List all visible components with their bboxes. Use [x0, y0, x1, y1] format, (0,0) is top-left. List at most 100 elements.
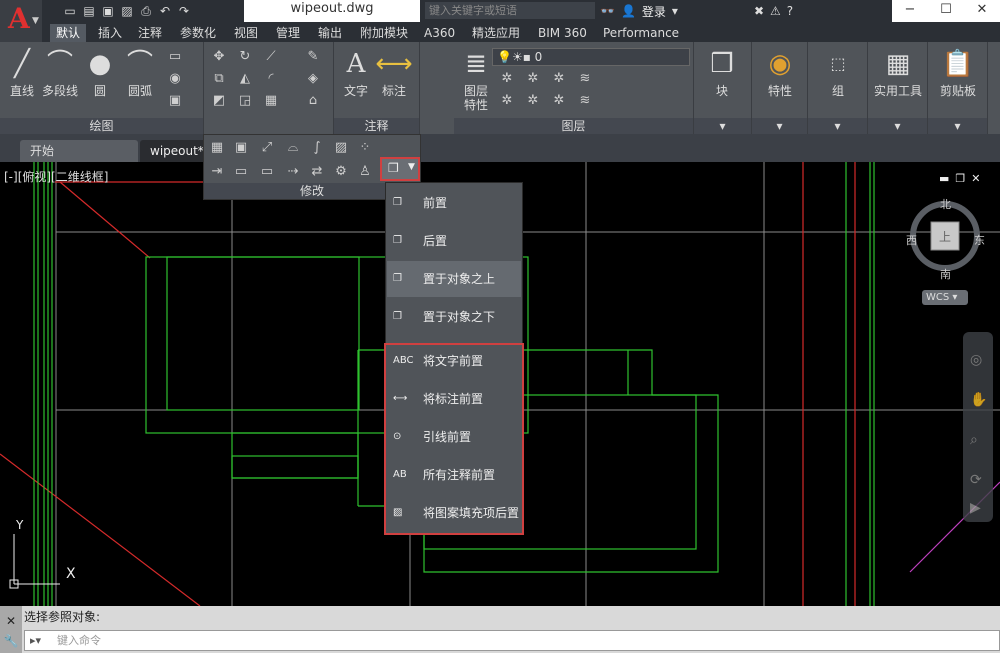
edit-hatch-icon[interactable]: ▨ — [332, 139, 350, 157]
menu-bring-above-objects[interactable]: ❐ 置于对象之上 — [387, 261, 521, 297]
tab-insert[interactable]: 插入 — [92, 24, 128, 42]
layer-match-icon[interactable]: ≋ — [576, 70, 594, 88]
orbit-icon[interactable]: ⟳ — [970, 472, 982, 488]
lengthen-icon[interactable]: ⤢ — [258, 139, 276, 157]
draworder-misc-icon[interactable]: ▦ — [208, 139, 226, 157]
restore-viewport-button[interactable]: ❐ — [955, 172, 965, 185]
gradient-icon[interactable]: ▣ — [166, 92, 184, 110]
layer-freeze-icon[interactable]: ✲ — [498, 92, 516, 110]
block-tool[interactable]: ❒ 块 — [702, 46, 742, 98]
layer-off-icon[interactable]: ✲ — [550, 70, 568, 88]
break-at-point-icon[interactable]: ▭ — [232, 163, 250, 181]
properties-panel[interactable]: ◉ 特性 ▾ — [752, 42, 808, 134]
login-button[interactable]: 登录 — [642, 3, 666, 20]
zoom-icon[interactable]: ⌕ — [970, 432, 978, 448]
menu-send-to-back[interactable]: ❐ 后置 — [387, 223, 521, 259]
clipboard-tool[interactable]: 📋 剪贴板 — [930, 46, 986, 98]
clipboard-panel-expand[interactable]: ▾ — [928, 118, 987, 134]
explode-icon[interactable]: ◈ — [304, 70, 322, 88]
viewcube[interactable]: 北 南 东 西 上 — [906, 192, 985, 282]
compass-north[interactable]: 北 — [940, 196, 951, 212]
application-menu-button[interactable]: A ▼ — [0, 0, 42, 42]
tab-annotate[interactable]: 注释 — [132, 24, 168, 42]
new-file-icon[interactable]: ▭ — [62, 3, 78, 19]
copy-clip-icon[interactable]: ▣ — [232, 139, 250, 157]
utilities-panel[interactable]: ▦ 实用工具 ▾ — [868, 42, 928, 134]
draw-panel-title[interactable]: 绘图 — [0, 118, 203, 134]
scale-icon[interactable]: ◲ — [236, 92, 254, 110]
array-icon[interactable]: ▦ — [262, 92, 280, 110]
redo-icon[interactable]: ↷ — [176, 3, 192, 19]
file-tab-start[interactable]: 开始 — [20, 140, 138, 162]
binoculars-icon[interactable]: 👓 — [600, 4, 615, 18]
tab-default[interactable]: 默认 — [50, 24, 87, 42]
search-input[interactable]: 键入关键字或短语 — [425, 2, 595, 19]
tab-manage[interactable]: 管理 — [270, 24, 306, 42]
menu-bring-to-front[interactable]: ❐ 前置 — [387, 185, 521, 221]
minimize-viewport-button[interactable]: ▬ — [939, 172, 949, 185]
wcs-menu[interactable]: WCS ▾ — [922, 290, 968, 305]
layer-unlock-icon[interactable]: ✲ — [550, 92, 568, 110]
chevron-down-icon[interactable]: ▾ — [672, 4, 678, 18]
hatch-icon[interactable]: ◉ — [166, 70, 184, 88]
trim-icon[interactable]: ⟋ — [262, 48, 280, 66]
group-panel[interactable]: ⬚ 组 ▾ — [808, 42, 868, 134]
tab-output[interactable]: 输出 — [312, 24, 348, 42]
menu-send-under-objects[interactable]: ❐ 置于对象之下 — [387, 299, 521, 335]
layer-lock-icon[interactable]: ✲ — [524, 92, 542, 110]
command-input[interactable]: 键入命令 — [24, 630, 1000, 651]
group-panel-expand[interactable]: ▾ — [808, 118, 867, 134]
properties-tool[interactable]: ◉ 特性 — [760, 46, 800, 98]
tab-addins[interactable]: 附加模块 — [354, 24, 414, 42]
tab-featured-apps[interactable]: 精选应用 — [466, 24, 526, 42]
maximize-button[interactable]: ☐ — [928, 0, 964, 22]
layer-walk-icon[interactable]: ≋ — [576, 92, 594, 110]
customize-wrench-icon[interactable]: 🔧 — [0, 634, 22, 648]
dimension-tool[interactable]: ⟷ 标注 — [374, 46, 414, 98]
text-tool[interactable]: A 文字 — [336, 46, 376, 98]
block-panel-expand[interactable]: ▾ — [694, 118, 751, 134]
help-button[interactable]: ? — [787, 4, 793, 18]
steering-wheel-icon[interactable]: ◎ — [970, 352, 982, 368]
pan-icon[interactable]: ✋ — [970, 392, 987, 408]
open-file-icon[interactable]: ▤ — [81, 3, 97, 19]
compass-south[interactable]: 南 — [940, 266, 951, 282]
block-panel[interactable]: ❒ 块 ▾ — [694, 42, 752, 134]
showmotion-icon[interactable]: ▶ — [970, 500, 981, 516]
tab-parametric[interactable]: 参数化 — [174, 24, 222, 42]
arc-tool[interactable]: ⌒ 圆弧 — [120, 46, 160, 98]
properties-panel-expand[interactable]: ▾ — [752, 118, 807, 134]
close-viewport-button[interactable]: ✕ — [971, 172, 980, 185]
utilities-panel-expand[interactable]: ▾ — [868, 118, 927, 134]
tab-performance[interactable]: Performance — [597, 24, 685, 42]
tab-a360[interactable]: A360 — [418, 24, 461, 42]
a360-icon[interactable]: ⚠ — [770, 4, 781, 18]
undo-icon[interactable]: ↶ — [157, 3, 173, 19]
copy-icon[interactable]: ⧉ — [210, 70, 228, 88]
close-button[interactable]: ✕ — [964, 0, 1000, 22]
annotation-panel-title[interactable]: 注释 — [334, 118, 419, 134]
compass-west[interactable]: 西 — [906, 232, 917, 248]
overkill-icon[interactable]: ⚙ — [332, 163, 350, 181]
clipboard-panel[interactable]: 📋 剪贴板 ▾ — [928, 42, 988, 134]
layer-properties-tool[interactable]: ≣ 图层 特性 — [456, 46, 496, 112]
tab-view[interactable]: 视图 — [228, 24, 264, 42]
rotate-icon[interactable]: ↻ — [236, 48, 254, 66]
file-tab-wipeout[interactable]: wipeout* — [140, 140, 206, 162]
layer-isolate-icon[interactable]: ✲ — [524, 70, 542, 88]
command-prompt-icon[interactable]: ▸▾ — [30, 634, 41, 647]
utilities-tool[interactable]: ▦ 实用工具 — [870, 46, 926, 98]
close-command-line-icon[interactable]: ✕ — [0, 614, 22, 628]
exchange-icon[interactable]: ✖ — [754, 4, 764, 18]
viewcube-top-face[interactable]: 上 — [939, 228, 951, 245]
move-icon[interactable]: ✥ — [210, 48, 228, 66]
offset-icon[interactable]: ⌂ — [304, 92, 322, 110]
break-icon[interactable]: ▭ — [258, 163, 276, 181]
layer-state-icon[interactable]: ✲ — [498, 70, 516, 88]
stretch-icon[interactable]: ◩ — [210, 92, 228, 110]
mirror-icon[interactable]: ◭ — [236, 70, 254, 88]
edit-array-icon[interactable]: ⁘ — [356, 139, 374, 157]
polyline-tool[interactable]: ⌒ 多段线 — [40, 46, 80, 98]
circle-tool[interactable]: ● 圆 — [80, 46, 120, 98]
save-as-icon[interactable]: ▨ — [119, 3, 135, 19]
